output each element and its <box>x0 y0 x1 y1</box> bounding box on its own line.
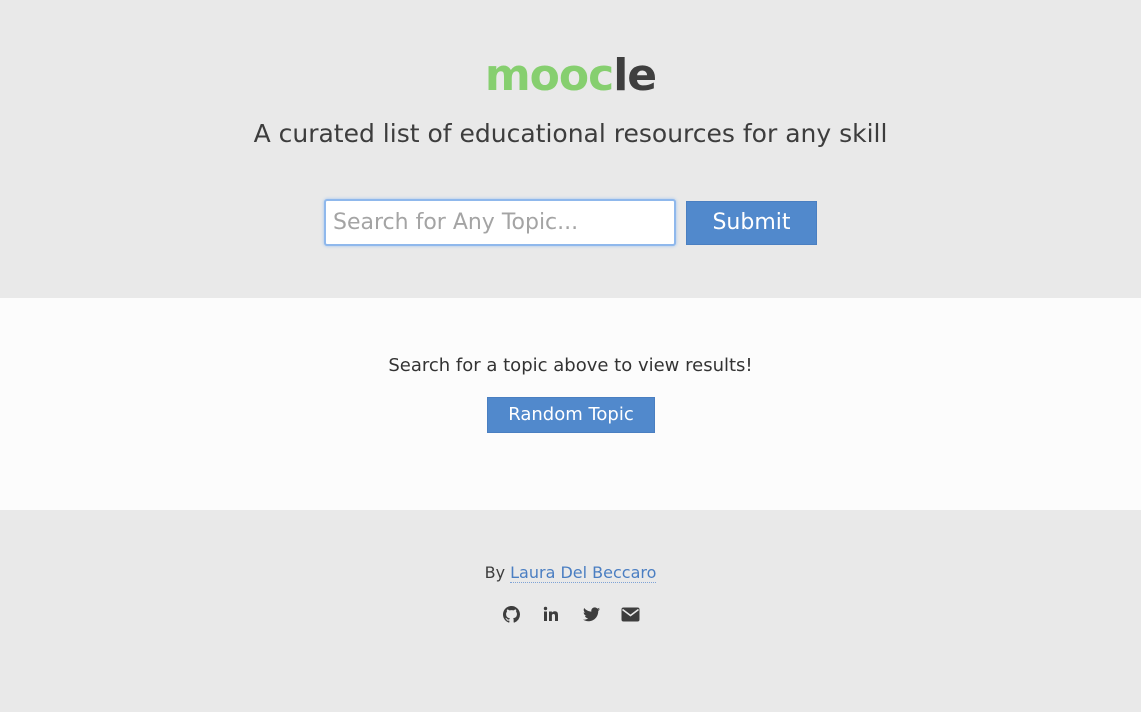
linkedin-icon[interactable] <box>541 604 561 624</box>
site-logo[interactable]: moocle <box>0 50 1141 102</box>
author-link[interactable]: Laura Del Beccaro <box>510 563 657 583</box>
twitter-icon[interactable] <box>581 604 601 624</box>
search-input[interactable] <box>324 199 676 246</box>
header-section: moocle A curated list of educational res… <box>0 0 1141 298</box>
results-prompt: Search for a topic above to view results… <box>388 355 753 376</box>
results-section: Search for a topic above to view results… <box>0 298 1141 510</box>
github-icon[interactable] <box>501 604 521 624</box>
by-label: By <box>484 563 506 582</box>
random-topic-button[interactable]: Random Topic <box>487 397 655 433</box>
logo-text-dark: le <box>613 50 657 101</box>
footer-section: By Laura Del Beccaro <box>0 510 1141 712</box>
submit-button[interactable]: Submit <box>686 201 817 245</box>
logo-text-green: mooc <box>484 50 614 101</box>
author-byline: By Laura Del Beccaro <box>0 562 1141 584</box>
email-icon[interactable] <box>620 604 640 624</box>
tagline: A curated list of educational resources … <box>253 119 888 148</box>
